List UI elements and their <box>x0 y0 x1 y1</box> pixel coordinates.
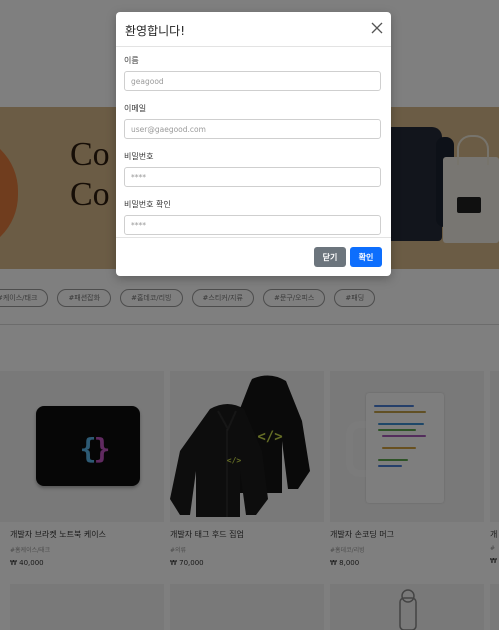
password-confirm-input[interactable] <box>124 215 381 235</box>
password-label: 비밀번호 <box>124 152 154 161</box>
close-icon-graphic <box>371 22 383 34</box>
name-label: 이름 <box>124 56 139 65</box>
email-input[interactable] <box>124 119 381 139</box>
email-label: 이메일 <box>124 104 147 113</box>
close-button[interactable]: 닫기 <box>314 247 346 267</box>
modal-header: 환영합니다! <box>116 12 391 47</box>
password-confirm-label: 비밀번호 확인 <box>124 200 171 209</box>
modal-body: 이름 이메일 비밀번호 비밀번호 확인 <box>116 47 391 235</box>
signup-modal: 환영합니다! 이름 이메일 비밀번호 비밀번호 확인 닫기 확인 <box>116 12 391 276</box>
close-icon[interactable] <box>369 20 385 36</box>
modal-title: 환영합니다! <box>125 24 186 38</box>
password-input[interactable] <box>124 167 381 187</box>
confirm-button[interactable]: 확인 <box>350 247 382 267</box>
modal-footer: 닫기 확인 <box>116 237 391 277</box>
name-input[interactable] <box>124 71 381 91</box>
